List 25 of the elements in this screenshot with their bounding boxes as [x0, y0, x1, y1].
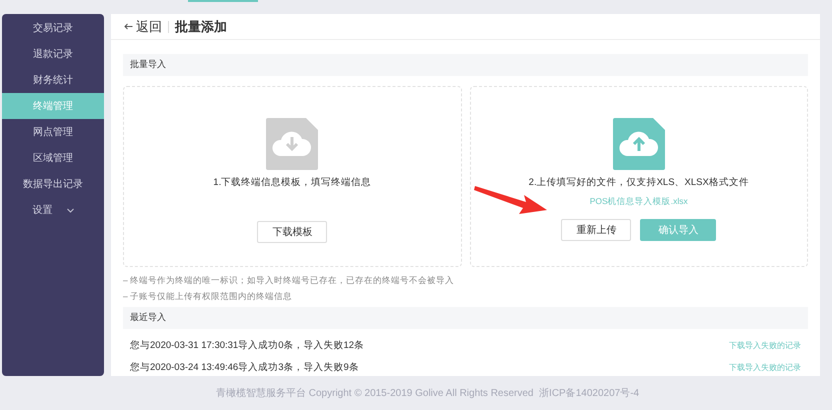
import-record: 您与2020-03-24 13:49:46导入成功3条，导入失败9条 [130, 360, 359, 375]
import-record: 您与2020-03-31 17:30:31导入成功0条，导入失败12条 [130, 338, 364, 353]
step-instruction: 2.上传填写好的文件，仅支持XLS、XLSX格式文件 [528, 176, 749, 190]
section-title: 最近导入 [130, 311, 166, 324]
sidebar-item[interactable]: 设置 [2, 197, 104, 223]
footer-text: 青橄榄智慧服务平台 Copyright © 2015-2019 Golive All Rights Reserved 浙ICP备14020207号-4 [216, 386, 640, 400]
note-text: – 终端号作为终端的唯一标识；如导入时终端号已存在，已存在的终端号不会被导入 [123, 274, 456, 287]
action-button[interactable]: 下载模板 [257, 221, 328, 244]
sidebar-item[interactable]: 网点管理 [2, 119, 104, 145]
action-button[interactable]: 重新上传 [561, 219, 632, 241]
sidebar-item[interactable]: 交易记录 [2, 15, 104, 41]
file-download-icon [266, 118, 318, 170]
section-title: 批量导入 [130, 58, 166, 72]
sidebar-item[interactable]: 退款记录 [2, 41, 104, 67]
sidebar-item[interactable]: 数据导出记录 [2, 171, 104, 197]
sidebar-item[interactable]: 财务统计 [2, 67, 104, 93]
back-link[interactable]: 返回 [124, 16, 162, 36]
note-text: – 子账号仅能上传有权限范围内的终端信息 [123, 290, 294, 303]
tab-indicator [188, 0, 258, 2]
chevron-down-icon [66, 208, 74, 212]
file-upload-icon [612, 118, 665, 170]
page-title: 批量添加 [175, 18, 227, 36]
sidebar-item[interactable]: 区域管理 [2, 145, 104, 171]
arrow-left-icon [124, 23, 133, 30]
step-instruction: 1.下载终端信息模板，填写终端信息 [213, 176, 372, 190]
